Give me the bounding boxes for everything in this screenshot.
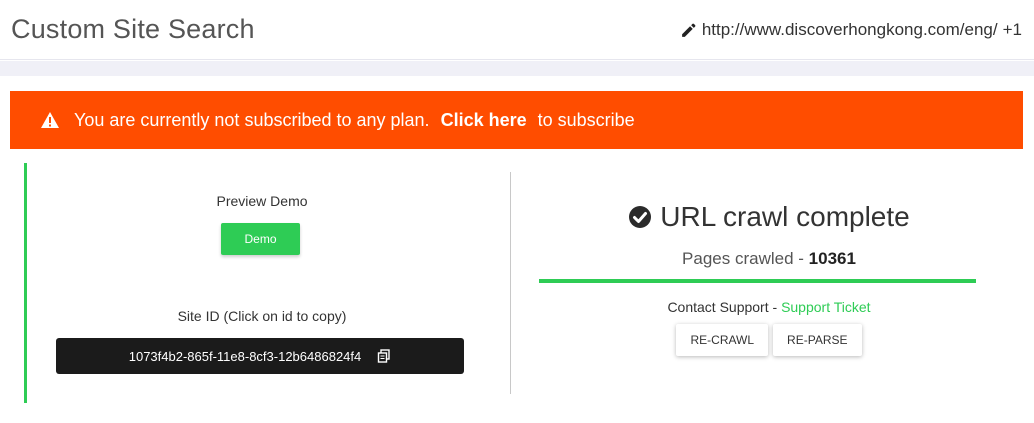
site-id-copy-box[interactable]: 1073f4b2-865f-11e8-8cf3-12b6486824f4 xyxy=(56,338,464,374)
crawl-status-text: URL crawl complete xyxy=(660,201,910,232)
subscription-alert: You are currently not subscribed to any … xyxy=(10,91,1023,149)
recrawl-button[interactable]: RE-CRAWL xyxy=(676,324,769,356)
crawl-status-column: URL crawl complete Pages crawled - 10361… xyxy=(511,163,1027,403)
header: Custom Site Search http://www.discoverho… xyxy=(0,0,1034,60)
crawl-progress-fill xyxy=(539,279,976,283)
extra-sites-count[interactable]: +1 xyxy=(1003,20,1022,40)
alert-text-after: to subscribe xyxy=(537,109,635,130)
pages-crawled-label: Pages crawled - xyxy=(682,249,804,268)
preview-demo-label: Preview Demo xyxy=(216,193,308,209)
copy-icon[interactable] xyxy=(377,349,391,363)
pages-crawled-count: 10361 xyxy=(808,249,856,268)
pages-crawled: Pages crawled - 10361 xyxy=(511,249,1027,269)
site-id-label: Site ID (Click on id to copy) xyxy=(177,308,347,324)
page-title: Custom Site Search xyxy=(11,14,255,44)
site-url-text[interactable]: http://www.discoverhongkong.com/eng/ xyxy=(702,20,998,40)
site-panel: Preview Demo Demo Site ID (Click on id t… xyxy=(24,163,1024,403)
crawl-status-title: URL crawl complete xyxy=(511,201,1027,233)
site-info-column: Preview Demo Demo Site ID (Click on id t… xyxy=(27,163,509,403)
crawl-actions: RE-CRAWL RE-PARSE xyxy=(511,324,1027,356)
contact-support: Contact Support - Support Ticket xyxy=(511,299,1027,315)
alert-text-before: You are currently not subscribed to any … xyxy=(74,109,430,130)
subscribe-link[interactable]: Click here xyxy=(441,110,527,130)
warning-icon xyxy=(41,112,59,128)
check-circle-icon xyxy=(629,206,652,228)
contact-support-label: Contact Support - xyxy=(667,299,778,315)
subheader-bar xyxy=(0,61,1034,76)
support-ticket-link[interactable]: Support Ticket xyxy=(781,299,871,315)
demo-button[interactable]: Demo xyxy=(221,223,300,255)
crawl-progress-bar xyxy=(539,279,976,283)
reparse-button[interactable]: RE-PARSE xyxy=(773,324,862,356)
pencil-icon[interactable] xyxy=(680,22,697,39)
site-url-selector[interactable]: http://www.discoverhongkong.com/eng/ +1 xyxy=(680,20,1022,40)
site-id-value[interactable]: 1073f4b2-865f-11e8-8cf3-12b6486824f4 xyxy=(129,349,362,364)
alert-message: You are currently not subscribed to any … xyxy=(74,110,635,131)
